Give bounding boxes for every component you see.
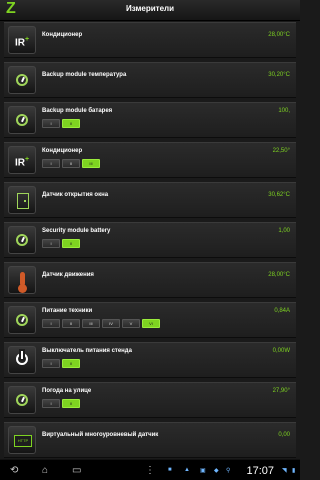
- level-buttons: I II: [42, 119, 80, 128]
- notification-icon: ■: [168, 467, 172, 473]
- meter-value: 0,00: [278, 432, 290, 438]
- meter-list: IR+ Кондиционер 28,00°C Backup module темпе…: [0, 22, 300, 462]
- level-button[interactable]: VI: [142, 319, 160, 328]
- http-icon[interactable]: HTTP: [8, 426, 36, 454]
- meter-row[interactable]: IR+ Кондиционер 28,00°C: [4, 22, 296, 58]
- meter-value: 28,00°C: [268, 272, 290, 278]
- image-icon: ▣: [200, 468, 206, 474]
- meter-row[interactable]: Backup module температура 30,20°C: [4, 62, 296, 98]
- meter-value: 30,20°C: [268, 72, 290, 78]
- meter-name: Кондиционер: [42, 148, 83, 154]
- door-icon[interactable]: [8, 186, 36, 214]
- clock: 17:07: [246, 465, 274, 477]
- level-buttons: I II III: [42, 159, 100, 168]
- level-button[interactable]: III: [82, 319, 100, 328]
- power-icon[interactable]: [8, 346, 36, 374]
- meter-row[interactable]: Датчик движения 28,00°C: [4, 262, 296, 298]
- level-button[interactable]: II: [62, 119, 80, 128]
- meter-value: 28,00°C: [268, 32, 290, 38]
- meter-value: 0,00W: [272, 348, 290, 354]
- ir-icon[interactable]: IR+: [8, 146, 36, 174]
- home-icon[interactable]: ⌂: [42, 466, 48, 476]
- system-navigation-bar: ⟲ ⌂ ▭ ⋮ ■ ▲ ▣ ◆ ⚲ 17:07 ◥ ▮: [0, 459, 300, 480]
- ir-icon[interactable]: IR+: [8, 26, 36, 54]
- meter-name: Погода на улице: [42, 388, 92, 394]
- recent-apps-icon[interactable]: ▭: [72, 466, 81, 476]
- level-button[interactable]: II: [62, 399, 80, 408]
- page-title: Измерители: [125, 4, 175, 13]
- level-buttons: I II: [42, 399, 80, 408]
- level-button[interactable]: I: [42, 319, 60, 328]
- level-button[interactable]: I: [42, 159, 60, 168]
- meter-value: 0,84A: [274, 308, 290, 314]
- level-button[interactable]: III: [82, 159, 100, 168]
- meter-row[interactable]: Security module battery 1,00 I II: [4, 222, 296, 258]
- meter-value: 100,: [278, 108, 290, 114]
- meter-name: Питание техники: [42, 308, 93, 314]
- level-button[interactable]: II: [62, 319, 80, 328]
- level-button[interactable]: I: [42, 239, 60, 248]
- sync-icon: ◆: [214, 468, 219, 474]
- meter-row[interactable]: Выключатель питания стенда 0,00W I II: [4, 342, 296, 378]
- usb-icon: ⚲: [226, 468, 231, 474]
- android-icon: ▲: [184, 467, 190, 473]
- meter-row[interactable]: Датчик открытия окна 30,62°C: [4, 182, 296, 218]
- level-button[interactable]: I: [42, 399, 60, 408]
- level-button[interactable]: II: [62, 359, 80, 368]
- gauge-icon[interactable]: [8, 386, 36, 414]
- level-button[interactable]: II: [62, 159, 80, 168]
- meter-value: 30,62°C: [268, 192, 290, 198]
- meter-name: Датчик открытия окна: [42, 192, 109, 198]
- app-header: Z Измерители: [0, 0, 300, 21]
- meter-row[interactable]: IR+ Кондиционер 22,50° I II III: [4, 142, 296, 178]
- level-button[interactable]: I: [42, 359, 60, 368]
- level-buttons: I II: [42, 359, 80, 368]
- meter-value: 22,50°: [272, 148, 290, 154]
- thermometer-icon[interactable]: [8, 266, 36, 294]
- battery-icon: ▮: [292, 468, 296, 474]
- meter-value: 1,00: [278, 228, 290, 234]
- meter-row[interactable]: HTTP Виртуальный многоуровневый датчик 0,0…: [4, 422, 296, 458]
- meter-name: Backup module батарея: [42, 108, 113, 114]
- menu-icon[interactable]: ⋮: [145, 466, 155, 476]
- back-icon[interactable]: ⟲: [10, 466, 18, 476]
- wifi-icon: ◥: [282, 468, 287, 474]
- gauge-icon[interactable]: [8, 106, 36, 134]
- level-buttons: I II: [42, 239, 80, 248]
- meter-name: Кондиционер: [42, 32, 83, 38]
- level-button[interactable]: II: [62, 239, 80, 248]
- meter-name: Датчик движения: [42, 272, 94, 278]
- meter-row[interactable]: Backup module батарея 100, I II: [4, 102, 296, 138]
- level-buttons: I II III IV V VI: [42, 319, 160, 328]
- meter-name: Виртуальный многоуровневый датчик: [42, 432, 159, 438]
- gauge-icon[interactable]: [8, 306, 36, 334]
- meter-row[interactable]: Питание техники 0,84A I II III IV V VI: [4, 302, 296, 338]
- level-button[interactable]: I: [42, 119, 60, 128]
- meter-value: 27,90°: [272, 388, 290, 394]
- gauge-icon[interactable]: [8, 226, 36, 254]
- level-button[interactable]: V: [122, 319, 140, 328]
- meter-name: Backup module температура: [42, 72, 127, 78]
- gauge-icon[interactable]: [8, 66, 36, 94]
- meter-row[interactable]: Погода на улице 27,90° I II: [4, 382, 296, 418]
- meter-name: Security module battery: [42, 228, 111, 234]
- level-button[interactable]: IV: [102, 319, 120, 328]
- meter-name: Выключатель питания стенда: [42, 348, 132, 354]
